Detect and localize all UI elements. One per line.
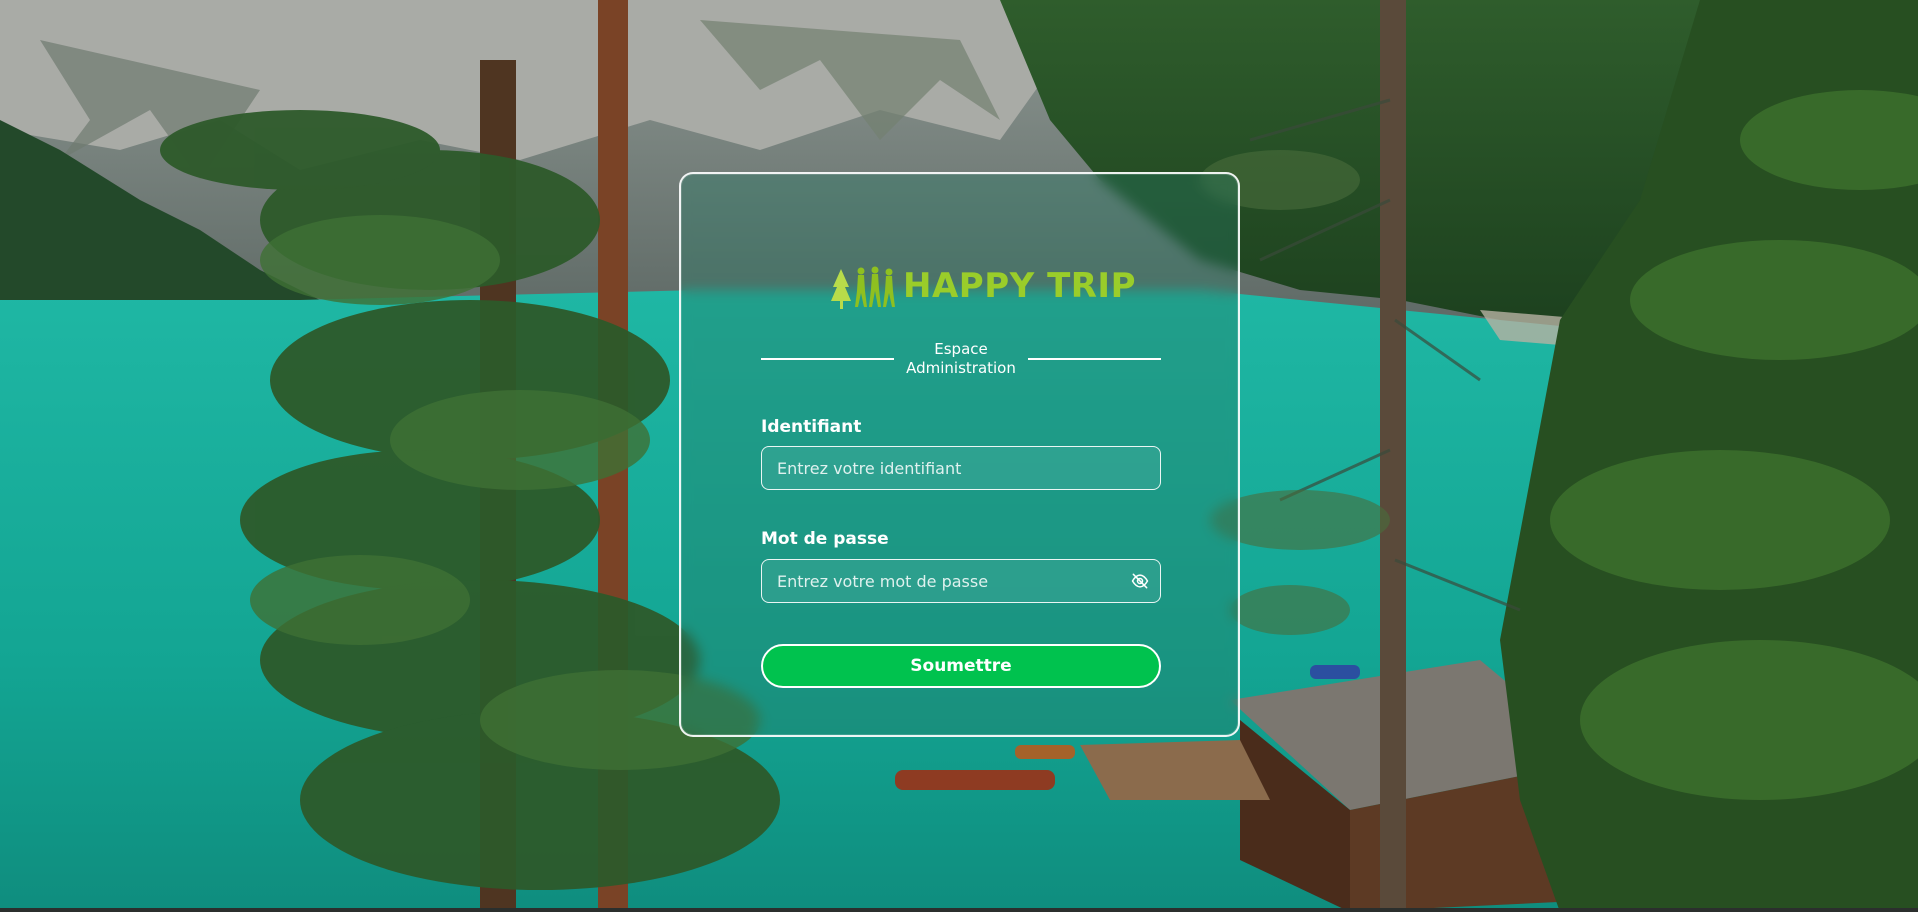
username-label: Identifiant [761,417,862,437]
section-title: Espace Administration [906,340,1016,377]
username-input[interactable] [762,447,1160,489]
password-field [761,559,1161,603]
password-input[interactable] [762,560,1120,602]
login-card: HAPPY TRIP Espace Administration Identif… [679,172,1240,737]
brand-name: HAPPY TRIP [903,266,1137,306]
username-field [761,446,1161,490]
divider-left [761,358,894,360]
submit-button[interactable]: Soumettre [761,644,1161,688]
brand-logo: HAPPY TRIP [831,260,1136,312]
hikers-tree-icon [831,266,895,309]
eye-off-icon [1131,573,1149,589]
divider-right [1028,358,1161,360]
toggle-password-visibility[interactable] [1120,560,1160,602]
section-header: Espace Administration [761,338,1161,380]
bottom-edge [0,908,1918,912]
password-label: Mot de passe [761,529,889,549]
